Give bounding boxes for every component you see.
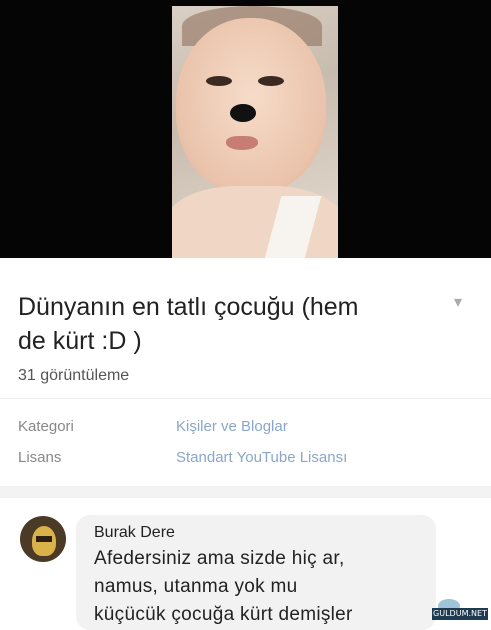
watermark-text: GULDUM.NET <box>432 608 488 620</box>
thumbnail-right-eye <box>258 76 284 86</box>
video-thumbnail[interactable] <box>172 6 338 258</box>
chevron-down-icon[interactable]: ▾ <box>448 292 468 312</box>
comment-text-line-3: küçücük çocuğa kürt demişler <box>94 604 353 625</box>
view-count: 31 görüntüleme <box>18 367 130 384</box>
license-label: Lisans <box>18 449 62 466</box>
comment-text-line-2: namus, utanma yok mu <box>94 576 298 597</box>
watermark-logo: GULDUM.NET <box>432 599 488 621</box>
thumbnail-mouth <box>226 136 258 150</box>
dog-filter-nose <box>230 104 256 122</box>
thumbnail-left-eye <box>206 76 232 86</box>
avatar-sunglasses <box>36 536 52 542</box>
category-label: Kategori <box>18 418 74 435</box>
avatar[interactable] <box>20 516 66 562</box>
video-title: Dünyanın en tatlı çocuğu (hem de kürt :D… <box>18 290 438 358</box>
video-title-line-2: de kürt :D ) <box>18 327 142 355</box>
comment-text-line-1: Afedersiniz ama sizde hiç ar, <box>94 548 345 569</box>
comment-author[interactable]: Burak Dere <box>94 524 175 542</box>
license-link[interactable]: Standart YouTube Lisansı <box>176 449 347 466</box>
video-player[interactable] <box>0 0 491 258</box>
divider <box>0 398 491 399</box>
video-title-line-1: Dünyanın en tatlı çocuğu (hem <box>18 293 359 321</box>
section-separator <box>0 486 491 498</box>
category-link[interactable]: Kişiler ve Bloglar <box>176 418 288 435</box>
